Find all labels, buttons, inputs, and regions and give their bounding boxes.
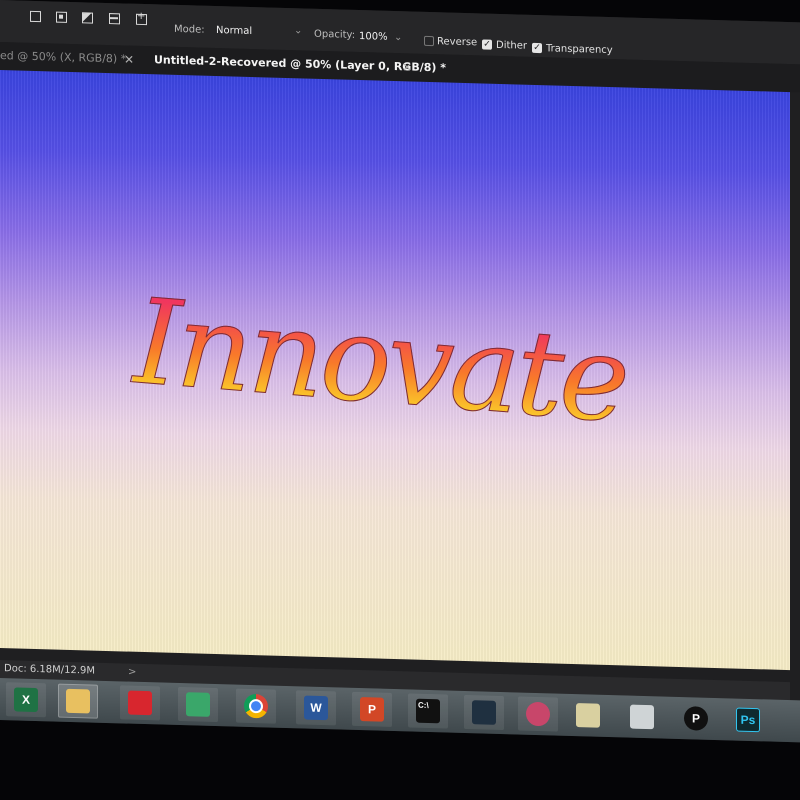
dither-checkbox[interactable]: ✓ <box>482 39 492 50</box>
taskbar-button-powerpoint[interactable]: P <box>352 691 392 727</box>
reverse-checkbox[interactable] <box>424 35 434 47</box>
word-icon: W <box>304 695 328 721</box>
dither-label: Dither <box>496 39 528 52</box>
notes-icon <box>576 703 600 728</box>
close-icon[interactable]: ✕ <box>124 49 134 69</box>
new-selection-icon[interactable] <box>30 10 41 23</box>
transparency-label: Transparency <box>546 43 613 57</box>
terminal-icon: C:\ <box>416 698 440 724</box>
taskbar-button-chrome[interactable] <box>236 688 276 724</box>
chevron-down-icon[interactable]: ⌄ <box>394 32 402 43</box>
opacity-input[interactable]: 100% <box>359 31 388 43</box>
taskbar-button-file-explorer[interactable] <box>58 683 98 719</box>
p-app-icon: P <box>684 706 708 731</box>
folder-icon <box>66 688 90 714</box>
taskbar-button-app-arrow[interactable] <box>622 699 662 734</box>
red-app-icon <box>128 690 152 716</box>
taskbar-glyph: Ps <box>740 712 756 728</box>
close-icon[interactable]: ✕ <box>402 57 412 77</box>
taskbar-button-notes[interactable] <box>568 698 608 733</box>
transparency-checkbox[interactable]: ✓ <box>532 42 542 54</box>
taskbar-button-app-teal[interactable] <box>464 694 504 731</box>
mode-label: Mode: <box>174 23 205 36</box>
green-app-icon <box>186 692 210 717</box>
circle-app-icon <box>526 701 550 727</box>
document-canvas[interactable]: Innovate <box>0 70 790 671</box>
monitor-screen: Mode: Normal ⌄ Opacity: 100% ⌄ Reverse ✓… <box>0 0 800 743</box>
opacity-label: Opacity: <box>314 28 356 41</box>
subtract-selection-icon[interactable] <box>82 12 93 24</box>
taskbar-button-photoshop[interactable]: Ps <box>728 702 768 737</box>
teal-app-icon <box>472 700 496 725</box>
taskbar-glyph: X <box>21 692 30 707</box>
photoshop-icon: Ps <box>736 707 760 733</box>
powerpoint-icon: P <box>360 697 384 722</box>
taskbar-glyph: P <box>367 702 376 717</box>
reverse-label: Reverse <box>437 36 478 49</box>
taskbar-glyph: P <box>691 711 700 726</box>
arrow-app-icon <box>630 704 654 730</box>
taskbar-button-word[interactable]: W <box>296 690 336 726</box>
add-to-selection-icon[interactable] <box>56 11 67 23</box>
intersect-selection-icon[interactable] <box>109 13 120 25</box>
status-menu-arrow[interactable]: > <box>128 664 136 682</box>
chrome-icon <box>244 693 268 719</box>
taskbar-button-app-p[interactable]: P <box>676 701 716 736</box>
taskbar-button-excel[interactable]: X <box>6 682 46 718</box>
excel-icon: X <box>14 687 38 713</box>
artwork-text: Innovate <box>130 272 630 450</box>
taskbar-button-app-circle[interactable] <box>518 696 558 732</box>
taskbar-button-terminal[interactable]: C:\ <box>408 693 448 729</box>
artwork-text-layer: Innovate <box>114 210 647 511</box>
taskbar-glyph: W <box>310 700 322 715</box>
taskbar-button-app-green[interactable] <box>178 686 218 723</box>
taskbar-glyph: C:\ <box>418 700 429 710</box>
add-shape-icon[interactable] <box>136 13 147 26</box>
tab-inactive-document[interactable]: ed @ 50% (X, RGB/8) * <box>0 46 126 70</box>
mode-select[interactable]: Normal <box>216 25 252 37</box>
chevron-down-icon[interactable]: ⌄ <box>294 25 302 36</box>
taskbar-button-app-red[interactable] <box>120 685 160 721</box>
